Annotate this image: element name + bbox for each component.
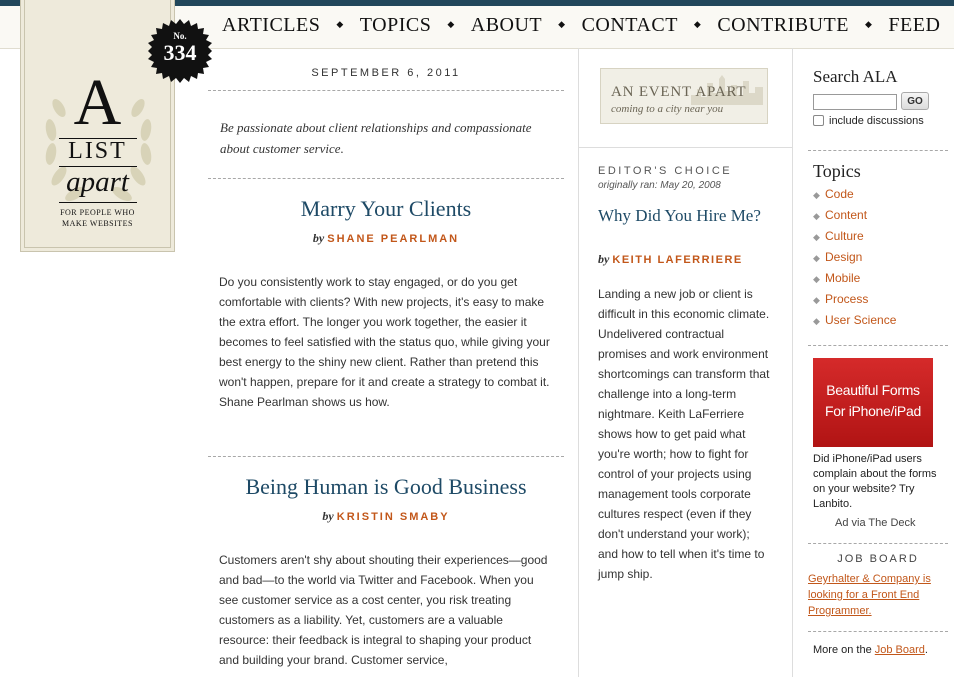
search-go-button[interactable]: GO xyxy=(901,92,929,110)
topics-list: ◆ Code ◆ Content ◆ Culture ◆ Design ◆ Mobile … xyxy=(813,187,896,334)
logo-apart: apart xyxy=(66,166,129,198)
nav-separator-icon: ◆ xyxy=(336,19,344,29)
topic-link-mobile[interactable]: ◆ Mobile xyxy=(813,271,896,292)
nav-topics[interactable]: TOPICS xyxy=(360,14,432,37)
editors-choice-byline: by KEITH LAFERRIERE xyxy=(598,252,743,267)
nav-feed[interactable]: FEED xyxy=(888,14,940,37)
article-summary: Do you consistently work to stay engaged… xyxy=(219,275,550,409)
topic-label: Content xyxy=(825,208,868,222)
divider xyxy=(579,147,792,148)
include-discussions-label: include discussions xyxy=(829,115,924,127)
article-title[interactable]: Being Human is Good Business xyxy=(208,474,564,500)
include-discussions-checkbox[interactable] xyxy=(813,115,824,126)
byline-by: by xyxy=(322,509,334,523)
nav-about[interactable]: ABOUT xyxy=(471,14,542,37)
topic-label: Mobile xyxy=(825,271,861,285)
bullet-icon: ◆ xyxy=(813,190,820,200)
topic-link-code[interactable]: ◆ Code xyxy=(813,187,896,208)
ad-banner-line-1: Beautiful Forms xyxy=(826,382,920,398)
ad-banner-line-2: For iPhone/iPad xyxy=(825,403,921,419)
article-summary: Customers aren't shy about shouting thei… xyxy=(219,553,548,667)
nav-separator-icon: ◆ xyxy=(693,19,702,29)
bullet-icon: ◆ xyxy=(813,232,820,242)
event-apart-title: AN EVENT APART xyxy=(611,84,747,100)
nav-articles[interactable]: ARTICLES xyxy=(222,14,320,37)
topic-label: Code xyxy=(825,187,854,201)
divider xyxy=(808,543,948,544)
column-rule xyxy=(578,48,579,677)
byline-by: by xyxy=(312,231,325,245)
issue-badge[interactable]: No. 334 xyxy=(148,19,212,83)
job-board-more: More on the Job Board. xyxy=(813,644,928,656)
issue-number: 334 xyxy=(163,40,197,65)
logo-tagline-line-2: MAKE WEBSITES xyxy=(61,219,134,228)
logo-rule xyxy=(59,202,137,203)
column-rule xyxy=(792,48,793,677)
editors-choice-title[interactable]: Why Did You Hire Me? xyxy=(598,206,768,226)
logo-tagline: FOR PEOPLE WHO MAKE WEBSITES xyxy=(21,207,174,229)
article-byline: by KRISTIN SMABY xyxy=(208,509,564,524)
nav-separator-icon: ◆ xyxy=(865,19,873,29)
job-listing-link[interactable]: Geyrhalter & Company is looking for a Fr… xyxy=(808,571,948,619)
topics-title: Topics xyxy=(813,161,861,181)
ad-text[interactable]: Did iPhone/iPad users complain about the… xyxy=(813,452,948,512)
main-nav: ARTICLES ◆ TOPICS ◆ ABOUT ◆ CONTACT ◆ CO… xyxy=(222,14,940,37)
logo-tagline-line-1: FOR PEOPLE WHO xyxy=(60,208,135,217)
bullet-icon: ◆ xyxy=(813,274,820,284)
nav-contact[interactable]: CONTACT xyxy=(582,14,678,37)
ad-banner[interactable]: Beautiful Forms For iPhone/iPad xyxy=(813,358,933,447)
topic-label: Design xyxy=(825,250,863,264)
bullet-icon: ◆ xyxy=(813,295,820,305)
editors-choice-author-link[interactable]: KEITH LAFERRIERE xyxy=(612,254,742,266)
topic-label: Process xyxy=(825,292,869,306)
ad-via[interactable]: Ad via The Deck xyxy=(835,517,916,529)
job-board-label: JOB BOARD xyxy=(837,553,919,565)
byline-by: by xyxy=(598,252,610,266)
nav-contribute[interactable]: CONTRIBUTE xyxy=(717,14,849,37)
bullet-icon: ◆ xyxy=(813,211,820,221)
job-board-more-suffix: . xyxy=(924,644,928,656)
nav-separator-icon: ◆ xyxy=(447,19,455,29)
event-apart-banner[interactable]: AN EVENT APART coming to a city near you xyxy=(600,68,768,124)
bullet-icon: ◆ xyxy=(813,253,820,263)
nav-separator-icon: ◆ xyxy=(558,19,566,29)
article-author-link[interactable]: KRISTIN SMABY xyxy=(337,511,450,523)
divider xyxy=(808,345,948,346)
topic-link-user-science[interactable]: ◆ User Science xyxy=(813,313,896,334)
bullet-icon: ◆ xyxy=(813,316,820,326)
issue-date: SEPTEMBER 6, 2011 xyxy=(311,67,461,79)
topic-link-culture[interactable]: ◆ Culture xyxy=(813,229,896,250)
article-author-link[interactable]: SHANE PEARLMAN xyxy=(327,233,459,245)
job-board-more-prefix: More on the xyxy=(813,644,872,656)
divider xyxy=(808,150,948,151)
topic-label: User Science xyxy=(825,313,897,327)
divider xyxy=(808,631,948,632)
editors-choice-date: originally ran: May 20, 2008 xyxy=(598,180,721,191)
event-apart-subtitle: coming to a city near you xyxy=(611,103,724,115)
job-board-link[interactable]: Job Board xyxy=(875,644,925,656)
article-title[interactable]: Marry Your Clients xyxy=(208,196,564,222)
topic-label: Culture xyxy=(825,229,864,243)
divider xyxy=(208,90,564,91)
editors-choice-summary: Landing a new job or client is difficult… xyxy=(598,287,770,581)
topic-link-process[interactable]: ◆ Process xyxy=(813,292,896,313)
topic-link-design[interactable]: ◆ Design xyxy=(813,250,896,271)
article-byline: by SHANE PEARLMAN xyxy=(208,231,564,246)
logo-list: LIST xyxy=(68,138,127,164)
search-title: Search ALA xyxy=(813,67,898,86)
editors-choice-label: EDITOR'S CHOICE xyxy=(598,165,733,177)
search-input[interactable] xyxy=(813,94,897,110)
divider xyxy=(208,178,564,179)
topic-link-content[interactable]: ◆ Content xyxy=(813,208,896,229)
issue-intro: Be passionate about client relationships… xyxy=(220,120,532,156)
divider xyxy=(208,456,564,457)
